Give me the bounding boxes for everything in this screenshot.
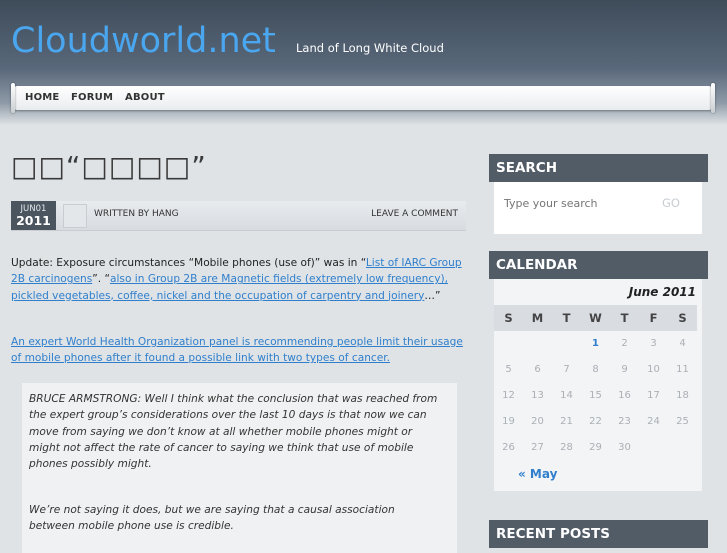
calendar-day: 16 xyxy=(618,390,631,401)
weekday-header: S xyxy=(494,305,523,331)
weekday-header: T xyxy=(552,305,581,331)
calendar-week-row: 12 13 14 15 16 17 18 xyxy=(494,383,702,409)
calendar-day: 30 xyxy=(618,442,631,453)
weekday-header: F xyxy=(639,305,668,331)
calendar-day: 13 xyxy=(531,390,544,401)
calendar-day: 18 xyxy=(676,390,689,401)
calendar-week-row: 26 27 28 29 30 xyxy=(494,435,702,461)
site-tagline: Land of Long White Cloud xyxy=(296,41,444,55)
weekday-header: W xyxy=(581,305,610,331)
post-paragraph-update: Update: Exposure circumstances “Mobile p… xyxy=(11,255,466,304)
calendar-day: 11 xyxy=(676,364,689,375)
post-date-badge: JUN01 2011 xyxy=(11,201,56,230)
weekday-header: S xyxy=(668,305,697,331)
search-go-button[interactable]: GO xyxy=(662,196,680,210)
calendar-day: 12 xyxy=(502,390,515,401)
calendar-empty-cell xyxy=(523,331,552,357)
who-panel-link[interactable]: An expert World Health Organization pane… xyxy=(11,336,463,364)
post-meta-bar: JUN01 2011 WRITTEN BY HANG LEAVE A COMME… xyxy=(11,201,466,231)
calendar-caption: June 2011 xyxy=(628,285,696,299)
calendar-day: 17 xyxy=(647,390,660,401)
calendar-day: 23 xyxy=(618,416,631,427)
post-title[interactable]: □□“□□□□” xyxy=(11,150,207,183)
recent-posts-widget-title: RECENT POSTS xyxy=(489,520,708,548)
calendar-day: 4 xyxy=(679,338,686,349)
calendar-day: 27 xyxy=(531,442,544,453)
post-paragraph-intro: An expert World Health Organization pane… xyxy=(11,334,466,367)
calendar-day: 26 xyxy=(502,442,515,453)
calendar-day: 5 xyxy=(505,364,512,375)
calendar-widget: June 2011 S M T W T F S 1 2 3 4 5 6 7 8 9 10 11 12 1… xyxy=(494,279,702,491)
calendar-day: 10 xyxy=(647,364,660,375)
calendar-day: 25 xyxy=(676,416,689,427)
search-widget: GO xyxy=(494,182,702,234)
calendar-grid: S M T W T F S 1 2 3 4 5 6 7 8 9 10 11 12 13 14 15 16 17 1… xyxy=(494,305,702,461)
calendar-day: 19 xyxy=(502,416,515,427)
quote-paragraph-2: We’re not saying it does, but we are say… xyxy=(29,504,395,533)
calendar-day: 2 xyxy=(621,338,628,349)
calendar-empty-cell xyxy=(668,435,697,461)
search-input[interactable] xyxy=(494,182,664,224)
site-title[interactable]: Cloudworld.net xyxy=(11,18,276,64)
weekday-header: M xyxy=(523,305,552,331)
leave-comment-link[interactable]: LEAVE A COMMENT xyxy=(371,209,458,219)
main-navigation: HOME FORUM ABOUT xyxy=(11,83,715,113)
calendar-week-row: 19 20 21 22 23 24 25 xyxy=(494,409,702,435)
update-text-prefix: Update: Exposure circumstances “Mobile p… xyxy=(11,257,366,269)
calendar-day: 22 xyxy=(589,416,602,427)
weekday-header: T xyxy=(610,305,639,331)
calendar-week-row: 5 6 7 8 9 10 11 xyxy=(494,357,702,383)
calendar-day[interactable]: 1 xyxy=(581,331,610,357)
nav-item-about[interactable]: ABOUT xyxy=(125,92,165,103)
post-blockquote: BRUCE ARMSTRONG: Well I think what the c… xyxy=(21,383,457,553)
nav-item-home[interactable]: HOME xyxy=(25,92,59,103)
calendar-day: 7 xyxy=(563,364,570,375)
calendar-day: 20 xyxy=(531,416,544,427)
calendar-empty-cell xyxy=(639,435,668,461)
nav-item-forum[interactable]: FORUM xyxy=(71,92,113,103)
post-author: WRITTEN BY HANG xyxy=(94,209,179,219)
calendar-empty-cell xyxy=(494,331,523,357)
calendar-day: 8 xyxy=(592,364,599,375)
calendar-widget-title: CALENDAR xyxy=(489,251,708,279)
calendar-week-row: 12 3 4 xyxy=(494,331,702,357)
calendar-day: 29 xyxy=(589,442,602,453)
calendar-day: 9 xyxy=(621,364,628,375)
calendar-day: 15 xyxy=(589,390,602,401)
calendar-day: 14 xyxy=(560,390,573,401)
calendar-prev-month-link[interactable]: « May xyxy=(518,467,557,481)
author-avatar xyxy=(63,204,87,228)
update-text-middle: ”. “ xyxy=(92,273,110,286)
calendar-body: 1 2 3 4 5 6 7 8 9 10 11 12 13 14 15 16 17 18 19 20 21 22 23 24 2… xyxy=(494,331,702,461)
calendar-weekday-row: S M T W T F S xyxy=(494,305,702,331)
calendar-day: 28 xyxy=(560,442,573,453)
calendar-empty-cell xyxy=(552,331,581,357)
post-date-year: 2011 xyxy=(16,213,51,228)
calendar-day: 21 xyxy=(560,416,573,427)
calendar-day: 24 xyxy=(647,416,660,427)
calendar-day: 6 xyxy=(534,364,541,375)
update-text-suffix: …” xyxy=(424,289,441,302)
search-widget-title: SEARCH xyxy=(489,154,708,182)
quote-paragraph-1: BRUCE ARMSTRONG: Well I think what the c… xyxy=(29,393,438,471)
calendar-day: 3 xyxy=(650,338,657,349)
